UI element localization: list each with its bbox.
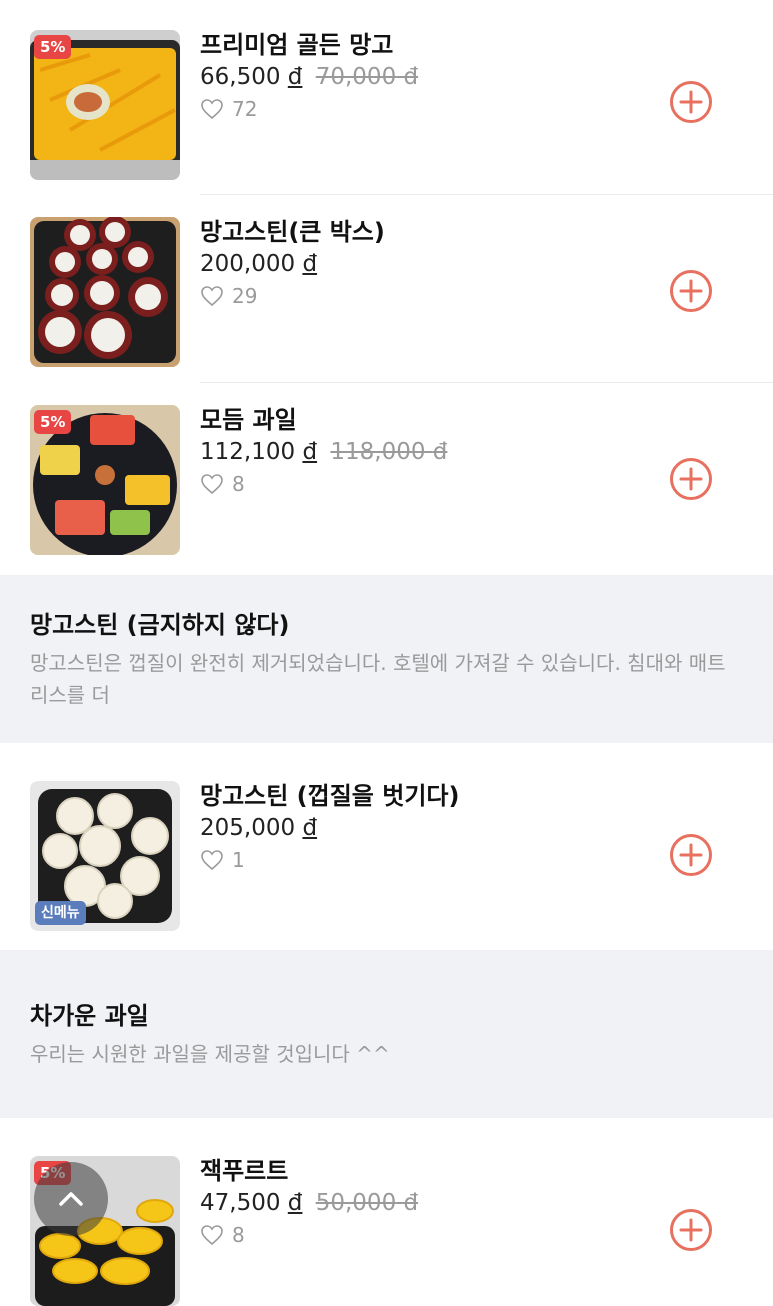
chevron-up-icon: [59, 1192, 83, 1206]
add-to-cart-icon[interactable]: [669, 80, 713, 124]
product-item[interactable]: 5% 프리미엄 골든 망고 66,500 đ 70,000 đ 72: [0, 0, 773, 195]
product-name[interactable]: 잭푸르트: [200, 1156, 288, 1186]
product-price: 112,100 đ 118,000 đ: [200, 437, 447, 467]
currency-symbol: đ: [302, 439, 318, 465]
product-name[interactable]: 망고스틴 (껍질을 벗기다): [200, 781, 459, 811]
add-to-cart-icon[interactable]: [669, 269, 713, 313]
original-price: 50,000 đ: [315, 1190, 419, 1216]
product-price: 200,000 đ: [200, 249, 317, 279]
heart-outline-icon: [201, 99, 223, 120]
product-name[interactable]: 망고스틴(큰 박스): [200, 217, 385, 247]
heart-outline-icon: [201, 850, 223, 871]
mangosteen-image: [30, 217, 180, 367]
add-to-cart-icon[interactable]: [669, 1208, 713, 1252]
heart-outline-icon: [201, 474, 223, 495]
product-image[interactable]: [30, 217, 180, 367]
scroll-to-top-button[interactable]: [34, 1162, 108, 1236]
product-name[interactable]: 모듬 과일: [200, 405, 297, 435]
price-value: 205,000: [200, 815, 296, 841]
price-value: 112,100: [200, 439, 296, 465]
add-to-cart-icon[interactable]: [669, 457, 713, 501]
product-price: 47,500 đ 50,000 đ: [200, 1188, 418, 1218]
product-item[interactable]: 5% 모듬 과일 112,100 đ 118,000 đ 8: [0, 383, 773, 575]
currency-symbol: đ: [302, 815, 318, 841]
currency-symbol: đ: [287, 64, 303, 90]
product-image[interactable]: 신메뉴: [30, 781, 180, 931]
product-item[interactable]: 5% 잭푸르트 47,500 đ 50,000 đ 8: [0, 1118, 773, 1306]
product-image[interactable]: 5%: [30, 405, 180, 555]
like-count: 1: [200, 847, 245, 873]
product-price: 205,000 đ: [200, 813, 317, 843]
currency-symbol: đ: [302, 251, 318, 277]
original-price: 118,000 đ: [330, 439, 448, 465]
product-item[interactable]: 망고스틴(큰 박스) 200,000 đ 29: [0, 195, 773, 383]
like-count: 29: [200, 283, 257, 309]
category-description: 망고스틴은 껍질이 완전히 제거되었습니다. 호텔에 가져갈 수 있습니다. 침…: [30, 651, 726, 707]
currency-symbol: đ: [287, 1190, 303, 1216]
original-price: 70,000 đ: [315, 64, 419, 90]
new-menu-badge: 신메뉴: [35, 901, 86, 925]
category-title: 망고스틴 (금지하지 않다): [30, 611, 290, 639]
category-header: 망고스틴 (금지하지 않다) 망고스틴은 껍질이 완전히 제거되었습니다. 호텔…: [0, 575, 773, 743]
like-count: 8: [200, 471, 245, 497]
heart-outline-icon: [201, 286, 223, 307]
price-value: 200,000: [200, 251, 296, 277]
category-title: 차가운 과일: [30, 1002, 149, 1030]
category-header: 차가운 과일 우리는 시원한 과일을 제공할 것입니다 ^^: [0, 950, 773, 1118]
product-item[interactable]: 신메뉴 망고스틴 (껍질을 벗기다) 205,000 đ 1: [0, 743, 773, 950]
add-to-cart-icon[interactable]: [669, 833, 713, 877]
product-name[interactable]: 프리미엄 골든 망고: [200, 30, 393, 60]
like-count: 72: [200, 96, 257, 122]
heart-outline-icon: [201, 1225, 223, 1246]
discount-badge: 5%: [34, 410, 72, 434]
like-count: 8: [200, 1222, 245, 1248]
discount-badge: 5%: [34, 35, 72, 59]
category-description: 우리는 시원한 과일을 제공할 것입니다 ^^: [30, 1042, 390, 1066]
product-image[interactable]: 5%: [30, 30, 180, 180]
product-price: 66,500 đ 70,000 đ: [200, 62, 418, 92]
price-value: 66,500: [200, 64, 281, 90]
price-value: 47,500: [200, 1190, 281, 1216]
